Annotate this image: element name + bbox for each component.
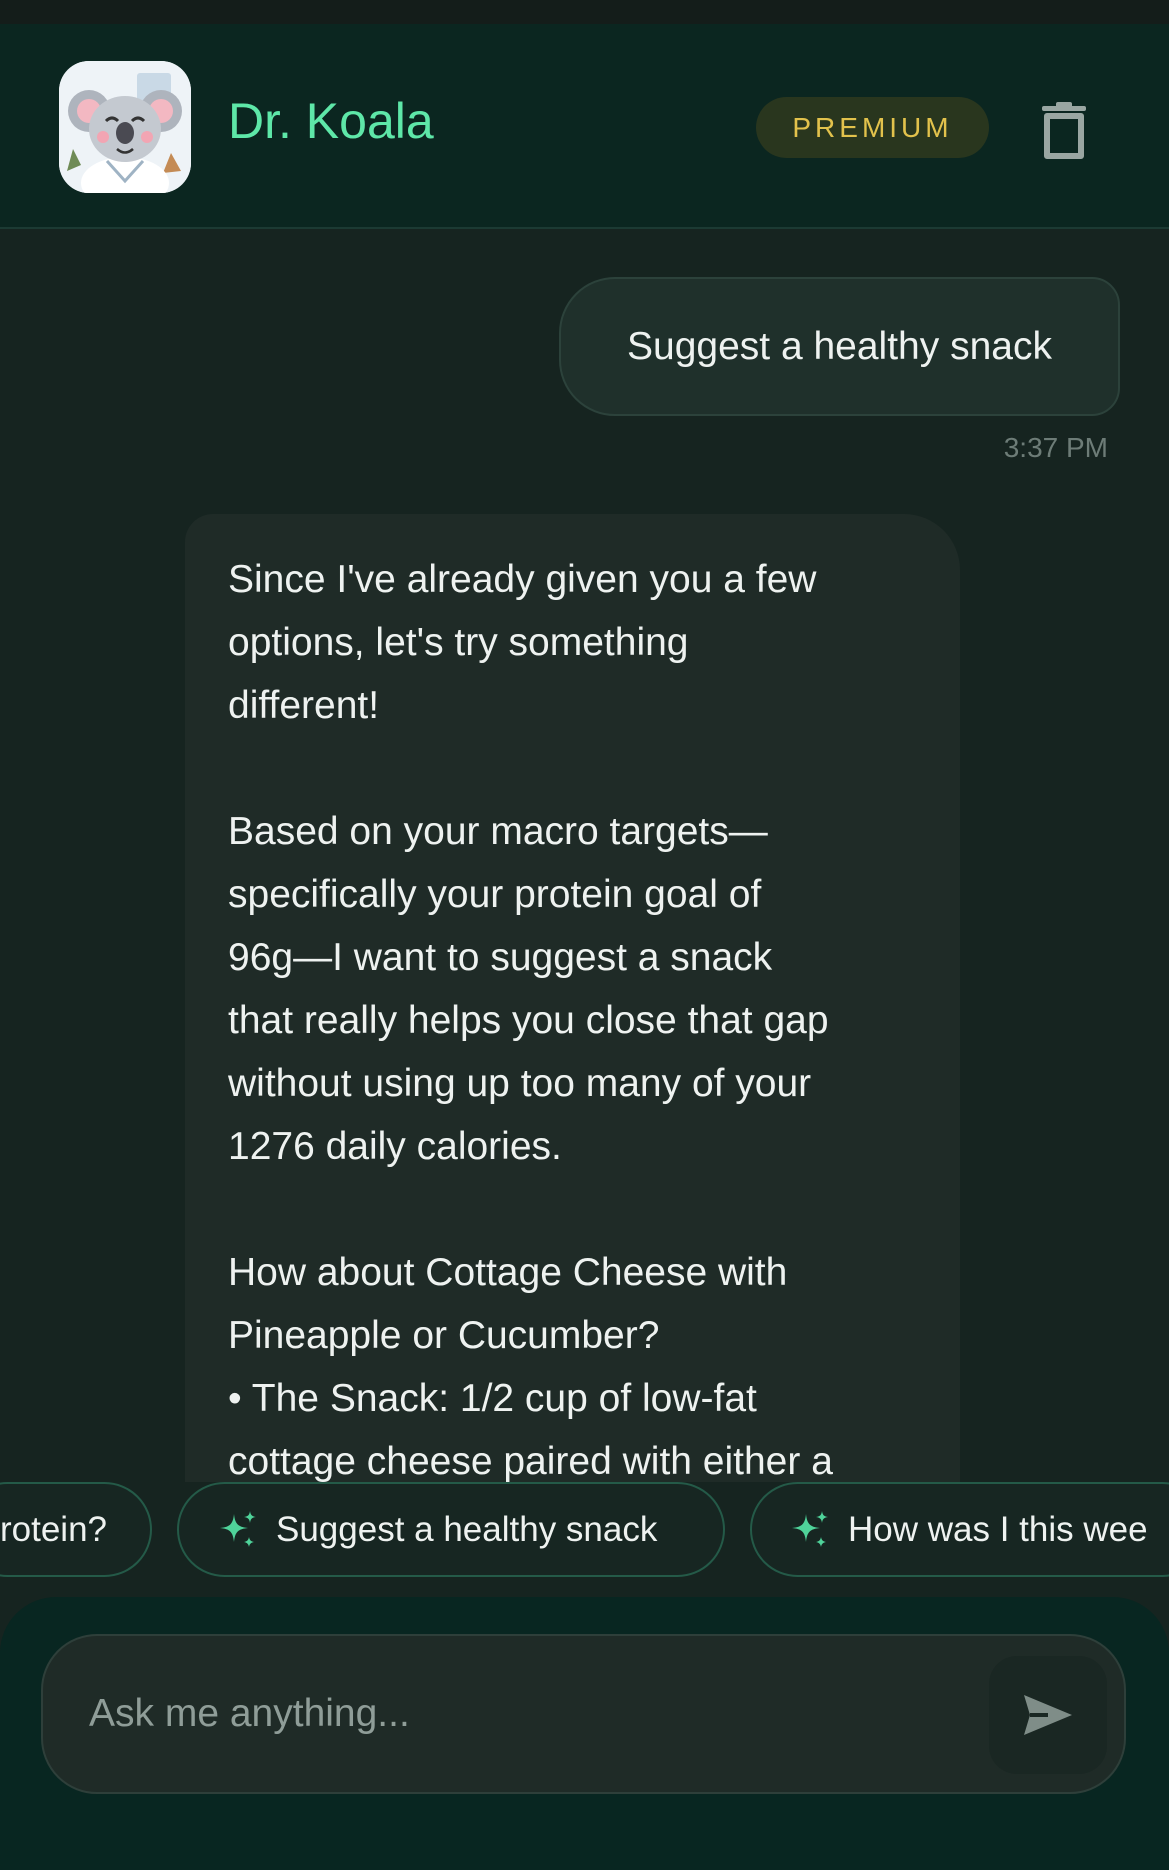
app-header: Dr. Koala PREMIUM (0, 24, 1169, 229)
suggestion-chip-label: rotein? (0, 1509, 108, 1549)
send-icon (1024, 1695, 1072, 1735)
chat-thread[interactable]: Suggest a healthy snack 3:37 PM Since I'… (0, 229, 1169, 1482)
assistant-paragraph: Based on your macro targets— specificall… (228, 810, 829, 1168)
message-timestamp: 3:37 PM (1003, 432, 1108, 463)
sparkle-icon (220, 1510, 256, 1547)
assistant-paragraph: How about Cottage Cheese with Pineapple … (228, 1251, 833, 1482)
assistant-message-bubble: Since I've already given you a few optio… (185, 514, 960, 1482)
assistant-paragraph: Since I've already given you a few optio… (228, 558, 817, 727)
suggestion-chip-protein[interactable]: rotein? (0, 1482, 152, 1577)
koala-doctor-avatar-icon (59, 61, 191, 193)
suggestion-chips: rotein? Suggest a healthy snack How was … (0, 1482, 1169, 1579)
koala-avatar[interactable] (59, 61, 191, 193)
status-bar (0, 0, 1169, 24)
premium-badge[interactable]: PREMIUM (756, 97, 989, 158)
message-input[interactable]: Ask me anything... (41, 1634, 1126, 1794)
send-button[interactable] (989, 1656, 1107, 1774)
delete-chat-button[interactable] (1040, 102, 1088, 160)
input-placeholder: Ask me anything... (89, 1692, 410, 1735)
message-composer: Ask me anything... (0, 1597, 1169, 1870)
suggestion-chip-healthy-snack[interactable]: Suggest a healthy snack (177, 1482, 725, 1577)
suggestion-chip-label: How was I this wee (848, 1509, 1148, 1549)
suggestion-chip-weekly-review[interactable]: How was I this wee (750, 1482, 1169, 1577)
trash-icon (1042, 102, 1086, 159)
bot-name: Dr. Koala (228, 93, 434, 149)
suggestion-chip-label: Suggest a healthy snack (276, 1509, 658, 1549)
user-message-bubble: Suggest a healthy snack (559, 277, 1120, 416)
sparkle-icon (792, 1510, 828, 1547)
